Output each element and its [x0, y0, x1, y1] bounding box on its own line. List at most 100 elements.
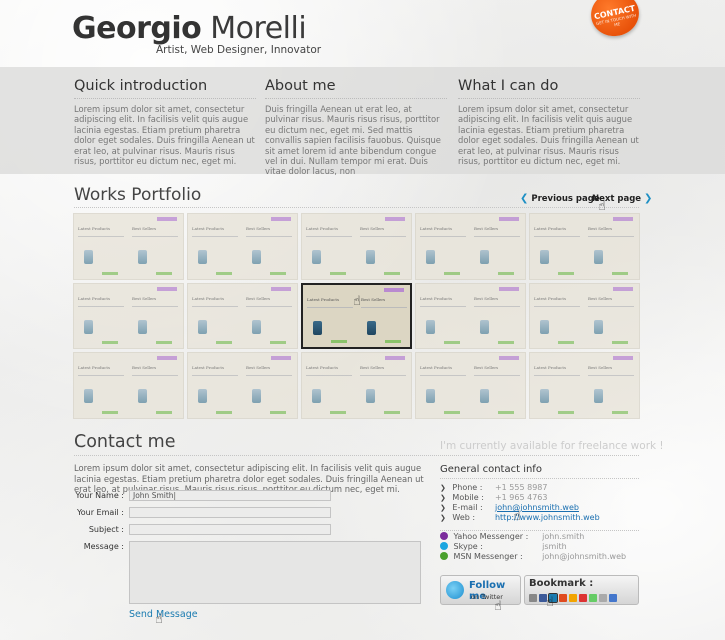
chevron-left-icon: ❮ — [520, 193, 529, 204]
thumbnail-button — [444, 341, 460, 345]
thumbnail-tag — [157, 356, 177, 361]
thumbnail-heading-left: Latest Products — [306, 365, 338, 371]
portfolio-thumbnail[interactable]: Latest Products Best Sellers — [301, 352, 412, 419]
thumbnail-tag — [271, 217, 291, 221]
thumbnail-heading-right: Best Sellers — [474, 295, 499, 301]
thumbnail-button — [216, 410, 232, 414]
thumbnail-heading-right: Best Sellers — [360, 226, 385, 231]
product-jar-icon — [84, 250, 93, 264]
product-jar-icon — [480, 319, 489, 334]
product-jar-icon — [540, 389, 549, 404]
subject-label: Subject : — [88, 525, 124, 534]
thumbnail-heading-left: Latest Products — [306, 226, 338, 231]
send-message-button[interactable]: Send Message — [129, 609, 198, 620]
thumbnail-heading-left: Latest Products — [192, 365, 224, 371]
name-field[interactable]: John Smith| — [129, 490, 331, 501]
portfolio-thumbnail[interactable]: Latest Products Best Sellers — [73, 352, 184, 419]
subject-field[interactable] — [129, 524, 331, 535]
thumbnail-button — [270, 341, 286, 345]
portfolio-thumbnail[interactable]: Latest Products Best Sellers — [73, 282, 184, 350]
site-logo[interactable]: Georgio Morelli — [72, 11, 307, 46]
mobile-row: ❯ Mobile : +1 965 4763 — [440, 493, 547, 502]
thumbnail-line — [588, 375, 634, 377]
skype-label: Skype : — [453, 542, 483, 551]
google-icon[interactable] — [559, 594, 567, 602]
bookmark-title: Bookmark : — [529, 578, 594, 589]
myspace-icon[interactable] — [609, 594, 617, 602]
product-jar-icon — [312, 389, 321, 404]
portfolio-thumbnail[interactable]: Latest Products Best Sellers — [415, 282, 526, 350]
portfolio-thumbnail[interactable]: Latest Products Best Sellers — [529, 352, 640, 419]
technorati-icon[interactable] — [589, 594, 597, 602]
thumbnail-tag — [613, 356, 633, 361]
thumbnail-heading-right: Best Sellers — [132, 365, 157, 371]
logo-last-name: Morelli — [210, 11, 307, 46]
thumbnail-tag — [499, 356, 519, 361]
chevron-right-icon: ❯ — [440, 504, 446, 512]
thumbnail-line — [534, 305, 580, 307]
thumbnail-line — [246, 375, 292, 377]
yahoo-label: Yahoo Messenger : — [453, 532, 529, 541]
thumbnail-line — [474, 375, 520, 377]
thumbnail-button — [331, 340, 347, 344]
thumbnail-button — [102, 410, 118, 414]
portfolio-thumbnail[interactable]: Latest Products Best Sellers — [415, 352, 526, 419]
skype-row: Skype : jsmith — [440, 542, 567, 551]
product-jar-icon — [198, 319, 207, 334]
previous-page-label: Previous page — [531, 194, 600, 204]
portfolio-thumbnail[interactable]: Latest Products Best Sellers — [415, 213, 526, 280]
portfolio-thumbnail[interactable]: Latest Products Best Sellers — [187, 213, 298, 280]
portfolio-thumbnail[interactable]: Latest Products Best Sellers — [187, 282, 298, 350]
hand-cursor-icon: ☝ — [353, 294, 361, 309]
divider — [440, 478, 639, 479]
thumbnail-tag — [271, 286, 291, 291]
thumbnail-button — [444, 271, 460, 275]
product-jar-icon — [138, 319, 147, 334]
intro-column-about: About me Duis fringilla Aenean ut erat l… — [265, 78, 447, 177]
portfolio-thumbnail[interactable]: Latest Products Best Sellers — [301, 213, 412, 280]
thumbnail-line — [246, 305, 292, 307]
intro-column-quick: Quick introduction Lorem ipsum dolor sit… — [74, 78, 256, 166]
thumbnail-line — [474, 305, 520, 307]
thumbnail-button — [102, 271, 118, 275]
thumbnail-button — [330, 271, 346, 275]
reddit-icon[interactable] — [579, 594, 587, 602]
logo-first-name: Georgio — [72, 11, 202, 46]
website-link[interactable]: http://www.johnsmith.web — [495, 513, 600, 522]
rss-icon[interactable] — [569, 594, 577, 602]
thumbnail-heading-left: Latest Products — [192, 226, 224, 231]
portfolio-thumbnail[interactable]: Latest Products Best Sellers — [529, 213, 640, 280]
portfolio-thumbnail[interactable]: Latest Products Best Sellers — [301, 282, 412, 350]
hand-cursor-icon: ☝ — [494, 599, 502, 614]
product-jar-icon — [198, 250, 207, 264]
thumbnail-button — [558, 410, 574, 414]
email-link[interactable]: john@johnsmith.web — [495, 503, 579, 512]
product-jar-icon — [594, 250, 603, 264]
follow-twitter-button[interactable]: Follow me on Twitter — [440, 575, 521, 605]
thumbnail-line — [132, 375, 178, 377]
msn-icon — [440, 552, 448, 560]
thumbnail-heading-right: Best Sellers — [588, 226, 613, 231]
thumbnail-heading-right: Best Sellers — [246, 295, 271, 301]
thumbnail-button — [270, 271, 286, 275]
product-jar-icon — [367, 320, 376, 335]
portfolio-grid: Latest Products Best Sellers Latest Produc… — [73, 213, 640, 419]
thumbnail-line — [306, 375, 352, 377]
email-field[interactable] — [129, 507, 331, 518]
bookmark-box: Bookmark : — [524, 575, 639, 605]
hand-cursor-icon: ☝ — [513, 509, 521, 524]
thumbnail-heading-left: Latest Products — [420, 365, 452, 371]
message-textarea[interactable] — [129, 541, 421, 604]
thumbnail-tag — [157, 217, 177, 221]
previous-page-link[interactable]: ❮ Previous page — [520, 193, 600, 204]
thumbnail-line — [192, 236, 238, 237]
portfolio-thumbnail[interactable]: Latest Products Best Sellers — [73, 213, 184, 280]
thumbnail-button — [330, 410, 346, 414]
furl-icon[interactable] — [599, 594, 607, 602]
chevron-right-icon: ❯ — [644, 193, 653, 204]
delicious-icon[interactable] — [529, 594, 537, 602]
thumbnail-line — [78, 236, 124, 237]
portfolio-thumbnail[interactable]: Latest Products Best Sellers — [529, 282, 640, 350]
portfolio-thumbnail[interactable]: Latest Products Best Sellers — [187, 352, 298, 419]
contact-title: Contact me — [74, 432, 176, 452]
